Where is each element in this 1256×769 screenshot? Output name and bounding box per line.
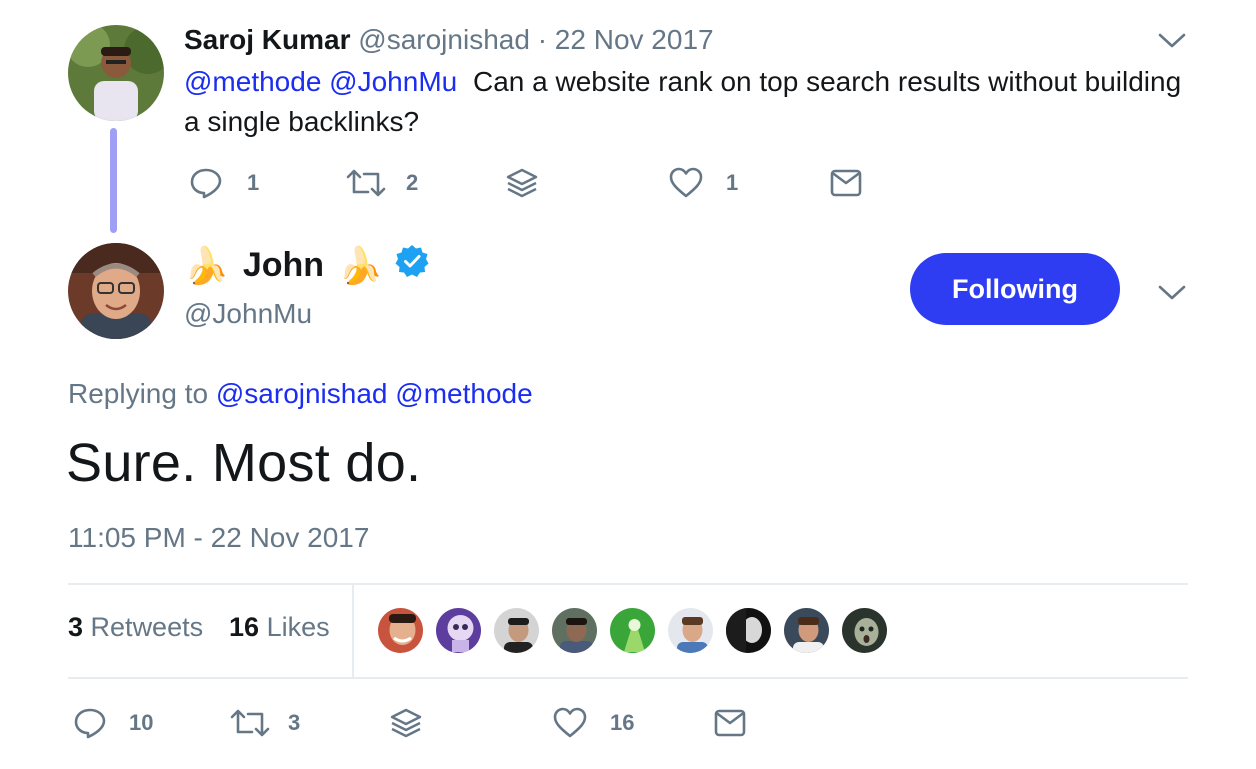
main-tweet-timestamp[interactable]: 11:05 PM - 22 Nov 2017: [68, 522, 369, 554]
parent-tweet-date[interactable]: 22 Nov 2017: [555, 24, 714, 55]
mail-icon: [714, 708, 746, 738]
reply-count: 1: [247, 170, 260, 195]
thread-connector-line: [110, 128, 117, 233]
main-author-name-row[interactable]: 🍌 John 🍌: [184, 244, 429, 287]
parent-retweet-action[interactable]: 2: [346, 166, 418, 200]
main-direct-message-action[interactable]: [714, 708, 746, 738]
heart-icon: [552, 706, 588, 740]
liker-avatar[interactable]: [608, 606, 657, 655]
main-tweet-text: Sure. Most do.: [66, 433, 422, 493]
liker-avatar[interactable]: [376, 606, 425, 655]
likes-label: Likes: [266, 612, 330, 642]
retweets-label: Retweets: [90, 612, 204, 642]
stats-divider: [352, 585, 354, 677]
mail-icon: [830, 168, 862, 198]
retweet-icon: [230, 706, 270, 740]
replying-to-mentions[interactable]: @sarojnishad @methode: [216, 378, 533, 409]
main-author-name[interactable]: John: [243, 246, 324, 285]
parent-author-avatar[interactable]: [68, 25, 164, 121]
main-tweet-menu-chevron-down-icon[interactable]: [1157, 283, 1187, 303]
main-retweet-action[interactable]: 3: [230, 706, 300, 740]
likes-count: 16: [229, 612, 260, 642]
liker-avatar[interactable]: [492, 606, 541, 655]
replying-to-label: Replying to: [68, 378, 209, 409]
main-author-handle[interactable]: @JohnMu: [184, 298, 312, 330]
heart-icon: [668, 166, 704, 200]
likers-avatar-row: [376, 606, 898, 655]
main-like-action[interactable]: 16: [552, 706, 634, 740]
parent-tweet-header: Saroj Kumar @sarojnishad · 22 Nov 2017: [184, 24, 714, 56]
liker-avatar[interactable]: [782, 606, 831, 655]
retweet-count: 2: [406, 170, 419, 195]
parent-tweet-text: @methode @JohnMu Can a website rank on t…: [184, 62, 1194, 142]
liker-avatar[interactable]: [666, 606, 715, 655]
main-stack-action[interactable]: [389, 706, 423, 740]
stack-icon: [389, 706, 423, 740]
main-reply-action[interactable]: 10: [73, 706, 153, 740]
following-button[interactable]: Following: [910, 253, 1120, 325]
retweet-icon: [346, 166, 386, 200]
liker-avatar[interactable]: [550, 606, 599, 655]
reply-icon: [73, 706, 107, 740]
divider: [68, 677, 1188, 679]
liker-avatar[interactable]: [434, 606, 483, 655]
likes-stat[interactable]: 16 Likes: [229, 612, 330, 643]
retweet-count: 3: [288, 710, 301, 735]
stack-icon: [505, 166, 539, 200]
like-count: 16: [610, 710, 635, 735]
like-count: 1: [726, 170, 739, 195]
mention-link[interactable]: @JohnMu: [329, 66, 457, 97]
retweets-count: 3: [68, 612, 84, 642]
parent-author-name[interactable]: Saroj Kumar: [184, 24, 351, 55]
header-separator: ·: [537, 24, 548, 55]
reply-icon: [189, 166, 223, 200]
liker-avatar[interactable]: [724, 606, 773, 655]
divider: [68, 583, 1188, 585]
verified-badge-icon: [395, 244, 429, 287]
parent-direct-message-action[interactable]: [830, 168, 862, 198]
replying-to-line: Replying to @sarojnishad @methode: [68, 378, 533, 410]
mention-link[interactable]: @methode: [184, 66, 321, 97]
retweets-stat[interactable]: 3 Retweets: [68, 612, 203, 643]
parent-tweet-menu-chevron-down-icon[interactable]: [1157, 31, 1187, 51]
parent-author-handle[interactable]: @sarojnishad: [358, 24, 530, 55]
banana-emoji: 🍌: [184, 244, 229, 286]
liker-avatar[interactable]: [840, 606, 889, 655]
parent-stack-action[interactable]: [505, 166, 539, 200]
reply-count: 10: [129, 710, 154, 735]
banana-emoji: 🍌: [338, 244, 383, 286]
parent-like-action[interactable]: 1: [668, 166, 738, 200]
parent-reply-action[interactable]: 1: [189, 166, 259, 200]
main-author-avatar[interactable]: [68, 243, 164, 339]
